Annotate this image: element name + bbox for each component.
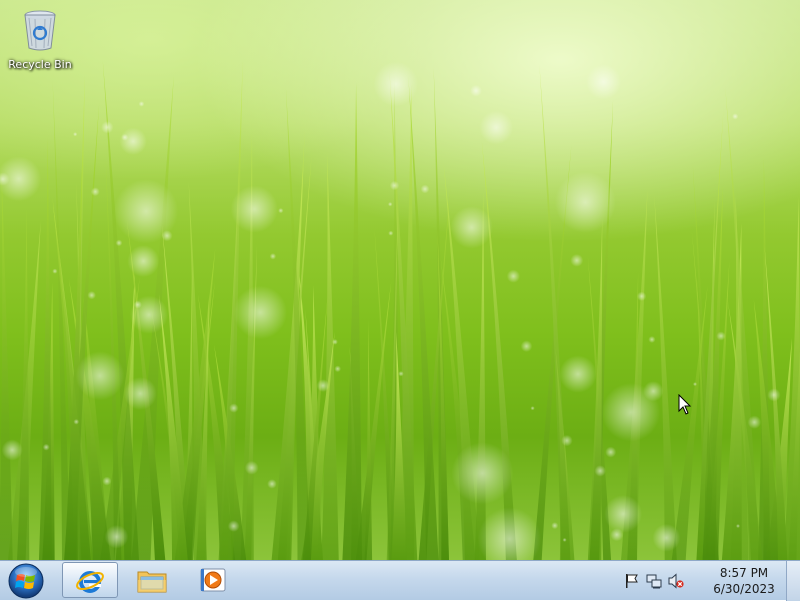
- mouse-pointer-icon: [678, 394, 692, 415]
- desktop-icon-label: Recycle Bin: [8, 58, 72, 71]
- network-icon[interactable]: [646, 573, 662, 589]
- volume-muted-icon[interactable]: [668, 573, 684, 589]
- media-player-icon: [200, 568, 226, 592]
- windows-start-orb-icon: [8, 563, 44, 599]
- wallpaper-grass: [0, 60, 800, 560]
- taskbar: 8:57 PM 6/30/2023: [0, 560, 800, 601]
- desktop-icon-recycle-bin[interactable]: Recycle Bin: [4, 6, 76, 76]
- recycle-bin-icon: [24, 10, 56, 51]
- show-desktop-button[interactable]: [786, 561, 800, 601]
- clock-date: 6/30/2023: [713, 582, 775, 596]
- taskbar-button-media-player[interactable]: [186, 562, 242, 598]
- file-explorer-folder-icon: [137, 571, 167, 593]
- taskbar-button-windows-explorer[interactable]: [124, 562, 180, 598]
- notification-area: 8:57 PM 6/30/2023: [616, 561, 782, 601]
- start-button[interactable]: [4, 562, 48, 600]
- clock-time: 8:57 PM: [719, 566, 769, 580]
- taskbar-button-internet-explorer[interactable]: [62, 562, 118, 598]
- system-clock[interactable]: 8:57 PM 6/30/2023: [706, 565, 782, 597]
- desktop[interactable]: Recycle Bin: [0, 0, 800, 560]
- internet-explorer-icon: [76, 571, 104, 593]
- action-center-flag-icon[interactable]: [624, 573, 640, 589]
